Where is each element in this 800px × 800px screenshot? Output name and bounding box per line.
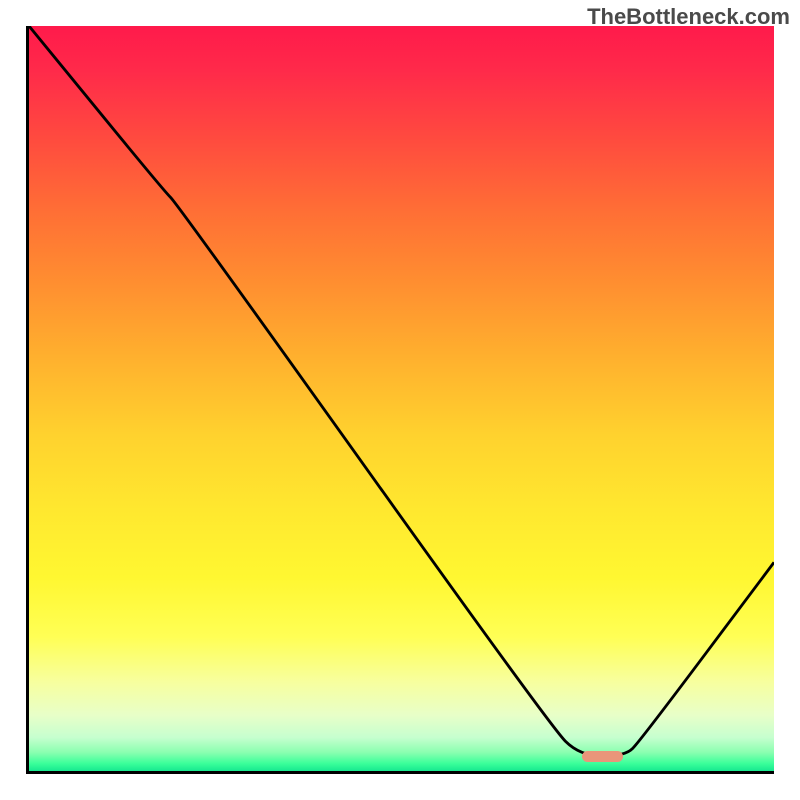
watermark-text: TheBottleneck.com (587, 4, 790, 30)
gradient-background (29, 26, 774, 771)
chart-container: TheBottleneck.com (0, 0, 800, 800)
optimal-range-marker (582, 751, 623, 762)
chart-svg (29, 26, 774, 771)
plot-area (26, 26, 774, 774)
